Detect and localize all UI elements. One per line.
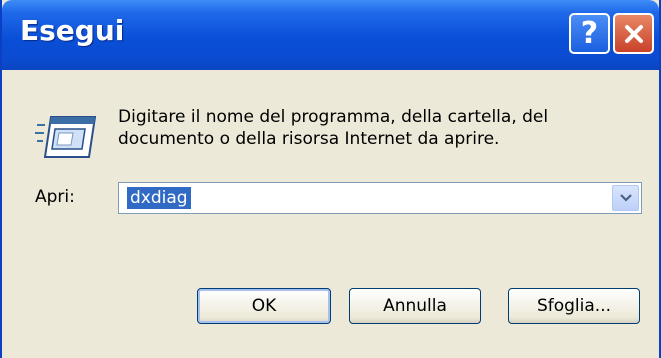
cancel-button[interactable]: Annulla (349, 288, 481, 324)
ok-button[interactable]: OK (197, 288, 331, 324)
open-combobox[interactable]: dxdiag (118, 182, 642, 214)
description-line-1: Digitare il nome del programma, della ca… (118, 107, 549, 127)
cancel-label: Annulla (383, 296, 447, 316)
ok-label: OK (251, 296, 277, 316)
dialog-content: Digitare il nome del programma, della ca… (2, 70, 659, 358)
window-title: Esegui (20, 14, 125, 47)
close-icon (624, 24, 643, 43)
chevron-down-icon (619, 194, 632, 202)
description-line-2: documento o della risorsa Internet da ap… (118, 129, 500, 149)
title-bar[interactable]: Esegui ? (2, 0, 659, 70)
help-icon: ? (580, 16, 599, 51)
run-dialog-icon (35, 116, 97, 158)
help-button[interactable]: ? (569, 13, 610, 54)
browse-button[interactable]: Sfoglia... (508, 288, 640, 324)
description-text: Digitare il nome del programma, della ca… (118, 106, 638, 150)
dropdown-button[interactable] (612, 185, 639, 211)
open-label: Apri: (35, 187, 75, 207)
close-button[interactable] (613, 13, 654, 54)
open-input-value[interactable]: dxdiag (127, 187, 191, 209)
browse-label: Sfoglia... (536, 296, 612, 316)
run-dialog: Esegui ? Digitare il nome del programma,… (0, 0, 661, 358)
